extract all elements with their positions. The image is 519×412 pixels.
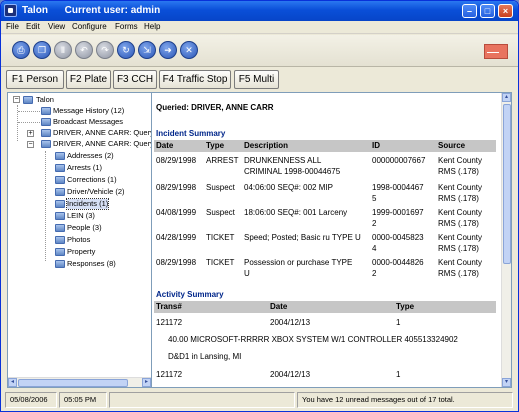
tree-collapse-query-2[interactable]: − (27, 141, 34, 148)
folder-icon (41, 140, 51, 148)
copy-icon[interactable]: ❐ (33, 41, 51, 59)
pause-icon[interactable]: Ⅱ (54, 41, 72, 59)
activity-table-header: Trans# Date Type (154, 301, 496, 313)
detail-panel: Queried: DRIVER, ANNE CARR Incident Summ… (151, 92, 512, 388)
activity-summary-title: Activity Summary (156, 290, 224, 299)
folder-icon (55, 248, 65, 256)
folder-icon (23, 96, 33, 104)
navigation-tree: − Talon Message History (12) Broadcast M… (7, 92, 152, 388)
scroll-up-icon[interactable]: ▴ (502, 93, 511, 102)
folder-icon (55, 164, 65, 172)
status-date: 05/08/2006 (5, 392, 57, 408)
folder-icon (55, 224, 65, 232)
scrollbar-thumb[interactable] (503, 104, 511, 264)
toolbar: ⎙ ❐ Ⅱ ↶ ↷ ↻ ⇲ ➜ ✕ (1, 35, 518, 67)
redo-icon[interactable]: ↷ (96, 41, 114, 59)
col-date[interactable]: Date (270, 302, 287, 311)
scroll-left-icon[interactable]: ◂ (8, 378, 17, 387)
menu-forms[interactable]: Forms (115, 22, 138, 31)
refresh-icon[interactable]: ↻ (117, 41, 135, 59)
tree-child-corrections[interactable]: Corrections (1) (67, 175, 117, 185)
content-vertical-scrollbar[interactable]: ▴ ▾ (501, 93, 511, 387)
status-bar: 05/08/2006 05:05 PM You have 12 unread m… (1, 390, 518, 411)
folder-icon (41, 107, 51, 115)
app-icon (4, 4, 17, 17)
incident-summary-title: Incident Summary (156, 129, 226, 138)
tree-child-incidents[interactable]: Incidents (1) (65, 198, 110, 210)
folder-icon (55, 176, 65, 184)
col-type[interactable]: Type (206, 141, 224, 150)
f5-multi-button[interactable]: F5 Multi (234, 70, 279, 89)
tree-child-people[interactable]: People (3) (67, 223, 102, 233)
forward-icon[interactable]: ➜ (159, 41, 177, 59)
scrollbar-thumb[interactable] (18, 379, 128, 387)
col-date[interactable]: Date (156, 141, 173, 150)
status-blank (109, 392, 295, 408)
close-button[interactable]: × (498, 4, 513, 18)
tree-item-message-history[interactable]: Message History (12) (53, 106, 124, 116)
tree-child-responses[interactable]: Responses (8) (67, 259, 116, 269)
tree-item-broadcast-messages[interactable]: Broadcast Messages (53, 117, 123, 127)
folder-icon (41, 118, 51, 126)
folder-icon (55, 152, 65, 160)
close-circle-icon[interactable]: ✕ (180, 41, 198, 59)
tree-root[interactable]: Talon (36, 95, 54, 105)
menu-file[interactable]: File (6, 22, 19, 31)
title-bar[interactable]: Talon Current user: admin – □ × (1, 1, 518, 21)
menu-bar: File Edit View Configure Forms Help (1, 21, 518, 34)
minimize-button[interactable]: – (462, 4, 477, 18)
undo-icon[interactable]: ↶ (75, 41, 93, 59)
export-icon[interactable]: ⇲ (138, 41, 156, 59)
col-type[interactable]: Type (396, 302, 414, 311)
tree-item-query-2[interactable]: DRIVER, ANNE CARR: Query (53, 139, 151, 149)
tree-child-photos[interactable]: Photos (67, 235, 90, 245)
f3-cch-button[interactable]: F3 CCH (113, 70, 157, 89)
col-id[interactable]: ID (372, 141, 380, 150)
folder-icon (55, 200, 65, 208)
scroll-right-icon[interactable]: ▸ (142, 378, 151, 387)
tree-expand-query-1[interactable]: + (27, 130, 34, 137)
tree-item-query-1[interactable]: DRIVER, ANNE CARR: Query (53, 128, 151, 138)
queried-heading: Queried: DRIVER, ANNE CARR (156, 103, 274, 112)
folder-icon (41, 129, 51, 137)
incident-table-header: Date Type Description ID Source (154, 140, 496, 152)
menu-edit[interactable]: Edit (26, 22, 40, 31)
maximize-button[interactable]: □ (480, 4, 495, 18)
tree-child-driver-vehicle[interactable]: Driver/Vehicle (2) (67, 187, 125, 197)
f1-person-button[interactable]: F1 Person (6, 70, 64, 89)
folder-icon (55, 212, 65, 220)
folder-icon (55, 260, 65, 268)
f4-traffic-stop-button[interactable]: F4 Traffic Stop (159, 70, 231, 89)
function-key-bar: F1 Person F2 Plate F3 CCH F4 Traffic Sto… (1, 68, 518, 90)
print-icon[interactable]: ⎙ (12, 41, 30, 59)
tree-child-addresses[interactable]: Addresses (2) (67, 151, 114, 161)
tree-child-lein[interactable]: LEIN (3) (67, 211, 95, 221)
menu-view[interactable]: View (48, 22, 65, 31)
window-title: Talon Current user: admin (22, 5, 161, 16)
tree-child-arrests[interactable]: Arrests (1) (67, 163, 102, 173)
mail-icon[interactable] (484, 44, 508, 59)
status-messages[interactable]: You have 12 unread messages out of 17 to… (297, 392, 513, 408)
tree-child-property[interactable]: Property (67, 247, 95, 257)
col-trans[interactable]: Trans# (156, 302, 182, 311)
folder-icon (55, 188, 65, 196)
menu-configure[interactable]: Configure (72, 22, 107, 31)
col-description[interactable]: Description (244, 141, 288, 150)
tree-horizontal-scrollbar[interactable]: ◂ ▸ (8, 377, 151, 387)
col-source[interactable]: Source (438, 141, 465, 150)
menu-help[interactable]: Help (144, 22, 160, 31)
folder-icon (55, 236, 65, 244)
scroll-down-icon[interactable]: ▾ (502, 378, 511, 387)
f2-plate-button[interactable]: F2 Plate (66, 70, 111, 89)
status-time: 05:05 PM (59, 392, 107, 408)
app-window: Talon Current user: admin – □ × File Edi… (0, 0, 519, 412)
tree-collapse-root[interactable]: − (13, 96, 20, 103)
